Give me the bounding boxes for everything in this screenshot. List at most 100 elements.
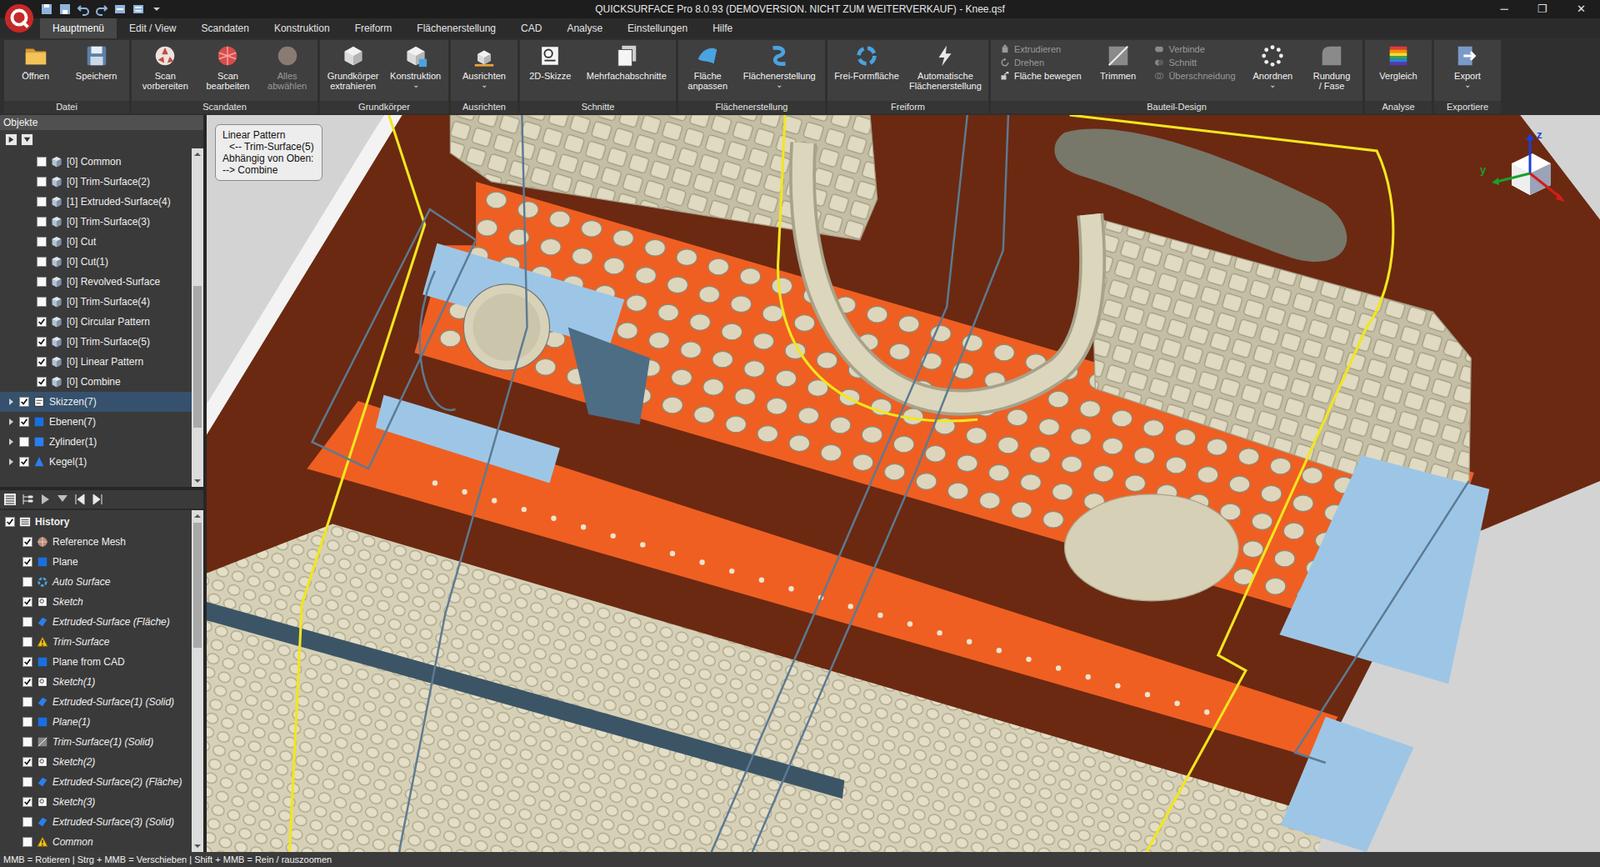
expand-arrow-icon[interactable] [6, 437, 15, 446]
tree-item[interactable]: [0] Cut(1) [0, 251, 192, 272]
checkbox[interactable] [36, 336, 47, 347]
ribbon-button[interactable]: Grundkörperextrahieren [325, 42, 382, 92]
checkbox[interactable] [22, 616, 33, 627]
scroll-thumb[interactable] [193, 285, 202, 428]
history-item[interactable]: Common [0, 831, 192, 852]
layout-icon[interactable] [131, 2, 145, 16]
tree-item[interactable]: [0] Circular Pattern [0, 311, 192, 332]
view-icon[interactable] [113, 2, 127, 16]
history-item[interactable]: Sketch(3) [0, 791, 192, 812]
checkbox[interactable] [22, 576, 33, 587]
checkbox[interactable] [19, 396, 30, 407]
ribbon-button[interactable]: Speichern [73, 42, 120, 82]
ribbon-button[interactable]: Flächeanpassen [685, 42, 730, 92]
checkbox[interactable] [36, 356, 47, 367]
checkbox[interactable] [36, 156, 47, 167]
scroll-thumb[interactable] [193, 522, 202, 648]
dropdown-icon[interactable] [150, 2, 164, 16]
tree-view-icon[interactable] [20, 492, 35, 506]
menu-tab[interactable]: Hauptmenü [40, 18, 117, 39]
checkbox[interactable] [22, 696, 33, 707]
tree-item[interactable]: [0] Revolved-Surface [0, 271, 192, 292]
history-item[interactable]: Auto Surface [0, 571, 192, 592]
ribbon-small-button[interactable]: Schnitt [1154, 57, 1235, 68]
ribbon-button[interactable]: Trimmen [1096, 42, 1140, 82]
scene[interactable] [206, 115, 1600, 852]
undo-icon[interactable] [76, 2, 90, 16]
history-item[interactable]: Plane(1) [0, 711, 192, 732]
ribbon-button[interactable]: Konstruktion⌄ [387, 42, 444, 90]
ribbon-button[interactable]: Öffnen [14, 42, 58, 82]
checkbox[interactable] [36, 296, 47, 307]
checkbox[interactable] [36, 216, 47, 227]
checkbox[interactable] [36, 256, 47, 267]
checkbox[interactable] [22, 556, 33, 567]
ribbon-button[interactable]: Mehrfachabschnitte [584, 42, 670, 82]
menu-tab[interactable]: Hilfe [700, 18, 745, 39]
history-item[interactable]: Extruded-Surface(3) (Solid) [0, 811, 192, 832]
ribbon-button[interactable]: Export⌄ [1445, 42, 1490, 90]
checkbox[interactable] [22, 796, 33, 807]
history-item[interactable]: Sketch(2) [0, 751, 192, 772]
expand-arrow-icon[interactable] [6, 397, 15, 406]
history-item[interactable]: Sketch(1) [0, 671, 192, 692]
ribbon-button[interactable]: Scanbearbeiten [203, 42, 252, 92]
tree-item[interactable]: Kegel(1) [0, 451, 192, 472]
history-item[interactable]: Trim-Surface(1) (Solid) [0, 731, 192, 752]
scrollbar[interactable] [191, 148, 204, 487]
checkbox[interactable] [22, 736, 33, 747]
ribbon-button[interactable]: Allesabwählen [265, 42, 310, 92]
menu-tab[interactable]: Scandaten [189, 18, 262, 39]
maximize-button[interactable]: ❐ [1523, 0, 1562, 19]
menu-tab[interactable]: Edit / View [116, 18, 189, 39]
checkbox[interactable] [22, 636, 33, 647]
expand-arrow-icon[interactable] [6, 457, 15, 466]
checkbox[interactable] [22, 596, 33, 607]
tree-item[interactable]: [0] Common [0, 151, 192, 172]
filter-icon[interactable] [20, 133, 34, 146]
tree-item[interactable]: [0] Trim-Surface(4) [0, 291, 192, 312]
save-icon[interactable] [40, 2, 54, 16]
menu-tab[interactable]: Freiform [342, 18, 405, 39]
checkbox[interactable] [22, 676, 33, 687]
checkbox[interactable] [22, 836, 33, 847]
ribbon-button[interactable]: 2D-Skizze [526, 42, 574, 82]
ribbon-button[interactable]: Flächenerstellung⌄ [740, 42, 819, 90]
checkbox[interactable] [36, 176, 47, 187]
list-view-icon[interactable] [3, 492, 17, 506]
checkbox[interactable] [36, 196, 47, 207]
expand-arrow-icon[interactable] [6, 417, 15, 426]
ribbon-button[interactable]: AutomatischeFlächenerstellung [906, 42, 985, 92]
menu-tab[interactable]: CAD [508, 18, 555, 39]
ribbon-button[interactable]: Frei-Formfläche [831, 42, 902, 82]
menu-tab[interactable]: Analyse [554, 18, 615, 39]
ribbon-small-button[interactable]: Extrudieren [1000, 44, 1082, 55]
ribbon-button[interactable]: Scanvorbereiten [140, 42, 191, 92]
checkbox[interactable] [19, 416, 30, 427]
checkbox[interactable] [22, 816, 33, 827]
checkbox[interactable] [36, 316, 47, 327]
tree-item[interactable]: [0] Trim-Surface(5) [0, 331, 192, 352]
history-item[interactable]: Plane from CAD [0, 651, 192, 672]
ribbon-small-button[interactable]: Verbinde [1154, 44, 1235, 55]
menu-tab[interactable]: Konstruktion [261, 18, 343, 39]
menu-tab[interactable]: Einstellungen [615, 18, 700, 39]
history-item[interactable]: Extruded-Surface (Fläche) [0, 611, 192, 632]
ribbon-small-button[interactable]: Fläche bewegen [1000, 70, 1082, 81]
tree-item[interactable]: [0] Trim-Surface(2) [0, 171, 192, 192]
last-step-icon[interactable] [90, 492, 105, 506]
checkbox[interactable] [5, 516, 15, 527]
tree-item[interactable]: Skizzen(7) [0, 391, 192, 412]
ribbon-button[interactable]: Vergleich [1376, 42, 1420, 82]
checkbox[interactable] [19, 456, 30, 467]
tree-item[interactable]: [0] Linear Pattern [0, 351, 192, 372]
checkbox[interactable] [22, 756, 33, 767]
checkbox[interactable] [36, 236, 47, 247]
checkbox[interactable] [22, 656, 33, 667]
history-item[interactable]: Extruded-Surface(1) (Solid) [0, 691, 192, 712]
filter-icon[interactable] [55, 492, 70, 506]
close-button[interactable]: ✕ [1561, 0, 1600, 19]
menu-tab[interactable]: Flächenerstellung [404, 18, 509, 39]
minimize-button[interactable]: ─ [1485, 0, 1524, 19]
checkbox[interactable] [36, 376, 47, 387]
